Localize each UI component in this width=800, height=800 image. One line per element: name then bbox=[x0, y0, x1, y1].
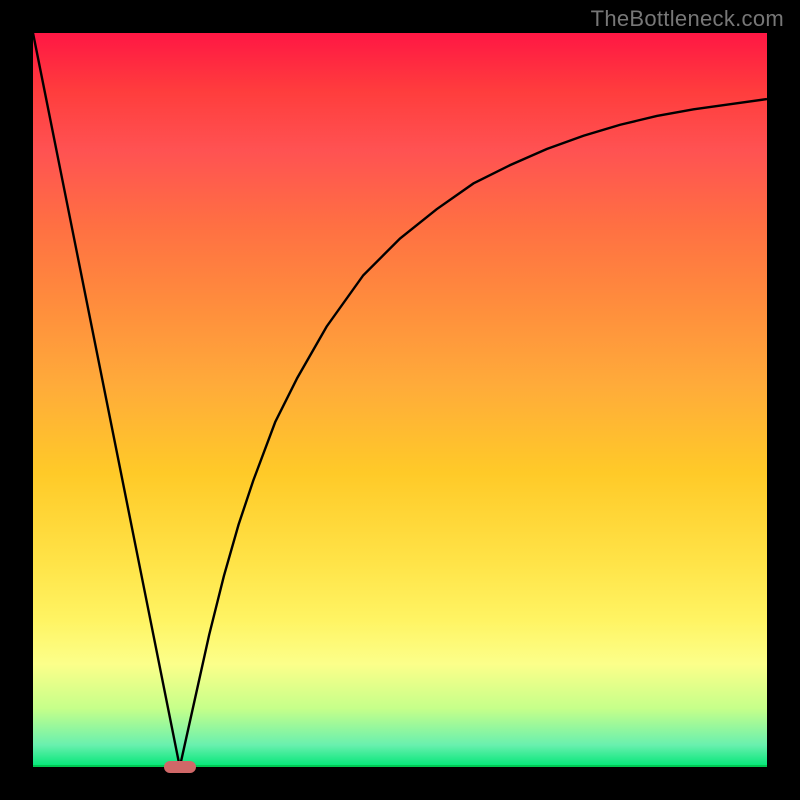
bottleneck-curve bbox=[33, 33, 767, 767]
plot-area bbox=[33, 33, 767, 767]
optimal-point-marker bbox=[164, 761, 196, 773]
chart-frame: TheBottleneck.com bbox=[0, 0, 800, 800]
watermark-text: TheBottleneck.com bbox=[591, 6, 784, 32]
curve-path bbox=[33, 33, 767, 767]
